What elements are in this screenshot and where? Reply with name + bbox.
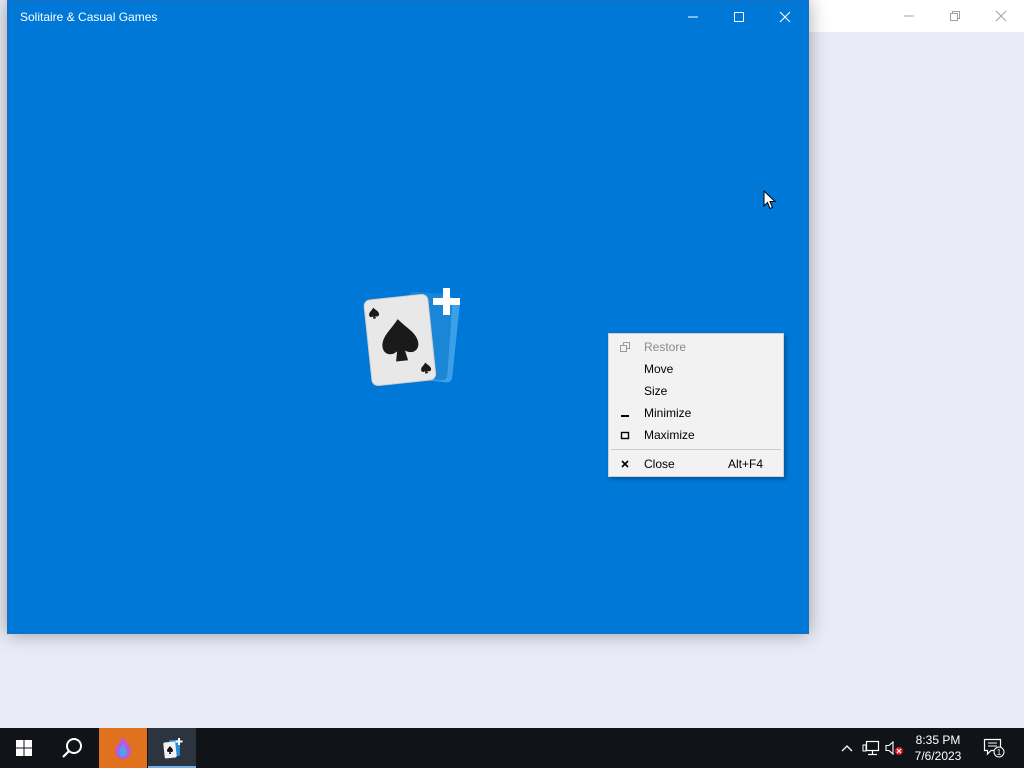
tray-overflow-button[interactable]	[836, 728, 858, 768]
search-icon	[62, 738, 82, 758]
solitaire-app-icon	[163, 738, 183, 759]
maximize-button[interactable]	[716, 1, 762, 33]
menu-item-label: Move	[644, 362, 674, 376]
clock-time: 8:35 PM	[915, 733, 961, 747]
tray-volume[interactable]	[884, 728, 906, 768]
minimize-icon	[688, 16, 698, 18]
start-button[interactable]	[0, 728, 48, 768]
start-icon	[16, 740, 32, 756]
bg-close-button[interactable]	[978, 0, 1024, 32]
restore-icon	[950, 11, 960, 21]
volume-muted-icon	[885, 740, 903, 756]
close-button[interactable]	[762, 1, 808, 33]
notification-count: 1	[997, 748, 1002, 757]
menu-item-restore[interactable]: Restore	[611, 336, 781, 358]
window-title: Solitaire & Casual Games	[20, 10, 158, 24]
app-window[interactable]: Solitaire & Casual Games	[7, 0, 809, 634]
minimize-button[interactable]	[670, 1, 716, 33]
window-system-menu: Restore Move Size Minimize Maximize Clos…	[608, 333, 784, 477]
bg-minimize-button[interactable]	[886, 0, 932, 32]
taskbar-clock[interactable]: 8:35 PM 7/6/2023	[908, 732, 968, 764]
chevron-up-icon	[841, 745, 853, 752]
close-icon	[619, 453, 631, 475]
tray-network[interactable]	[860, 728, 882, 768]
network-icon	[862, 740, 880, 756]
menu-item-label: Close	[644, 457, 675, 471]
mouse-cursor-icon	[763, 190, 777, 210]
bg-restore-button[interactable]	[932, 0, 978, 32]
menu-item-size[interactable]: Size	[611, 380, 781, 402]
menu-separator	[611, 449, 781, 450]
notification-icon: 1	[983, 738, 1005, 758]
maximize-icon	[619, 424, 631, 446]
minimize-icon	[904, 15, 914, 17]
restore-icon	[619, 336, 631, 358]
orange-app-icon	[115, 737, 131, 759]
search-button[interactable]	[48, 728, 96, 768]
menu-item-move[interactable]: Move	[611, 358, 781, 380]
menu-item-maximize[interactable]: Maximize	[611, 424, 781, 446]
maximize-icon	[734, 12, 744, 22]
background-window	[800, 0, 1024, 32]
solitaire-logo-icon	[363, 288, 460, 387]
menu-item-label: Size	[644, 384, 668, 398]
taskbar: 8:35 PM 7/6/2023 1	[0, 728, 1024, 768]
menu-item-label: Minimize	[644, 406, 692, 420]
close-icon	[995, 10, 1007, 22]
close-icon	[779, 11, 791, 23]
menu-item-close[interactable]: Close Alt+F4	[611, 453, 781, 475]
taskbar-app-solitaire[interactable]	[148, 728, 196, 768]
menu-item-label: Restore	[644, 340, 687, 354]
minimize-icon	[619, 402, 631, 424]
menu-item-minimize[interactable]: Minimize	[611, 402, 781, 424]
clock-date: 7/6/2023	[914, 749, 962, 763]
menu-item-shortcut: Alt+F4	[727, 457, 763, 471]
taskbar-app-orange[interactable]	[99, 728, 147, 768]
title-bar[interactable]: Solitaire & Casual Games	[8, 1, 808, 33]
menu-item-label: Maximize	[644, 428, 695, 442]
action-center-button[interactable]: 1	[982, 728, 1006, 768]
